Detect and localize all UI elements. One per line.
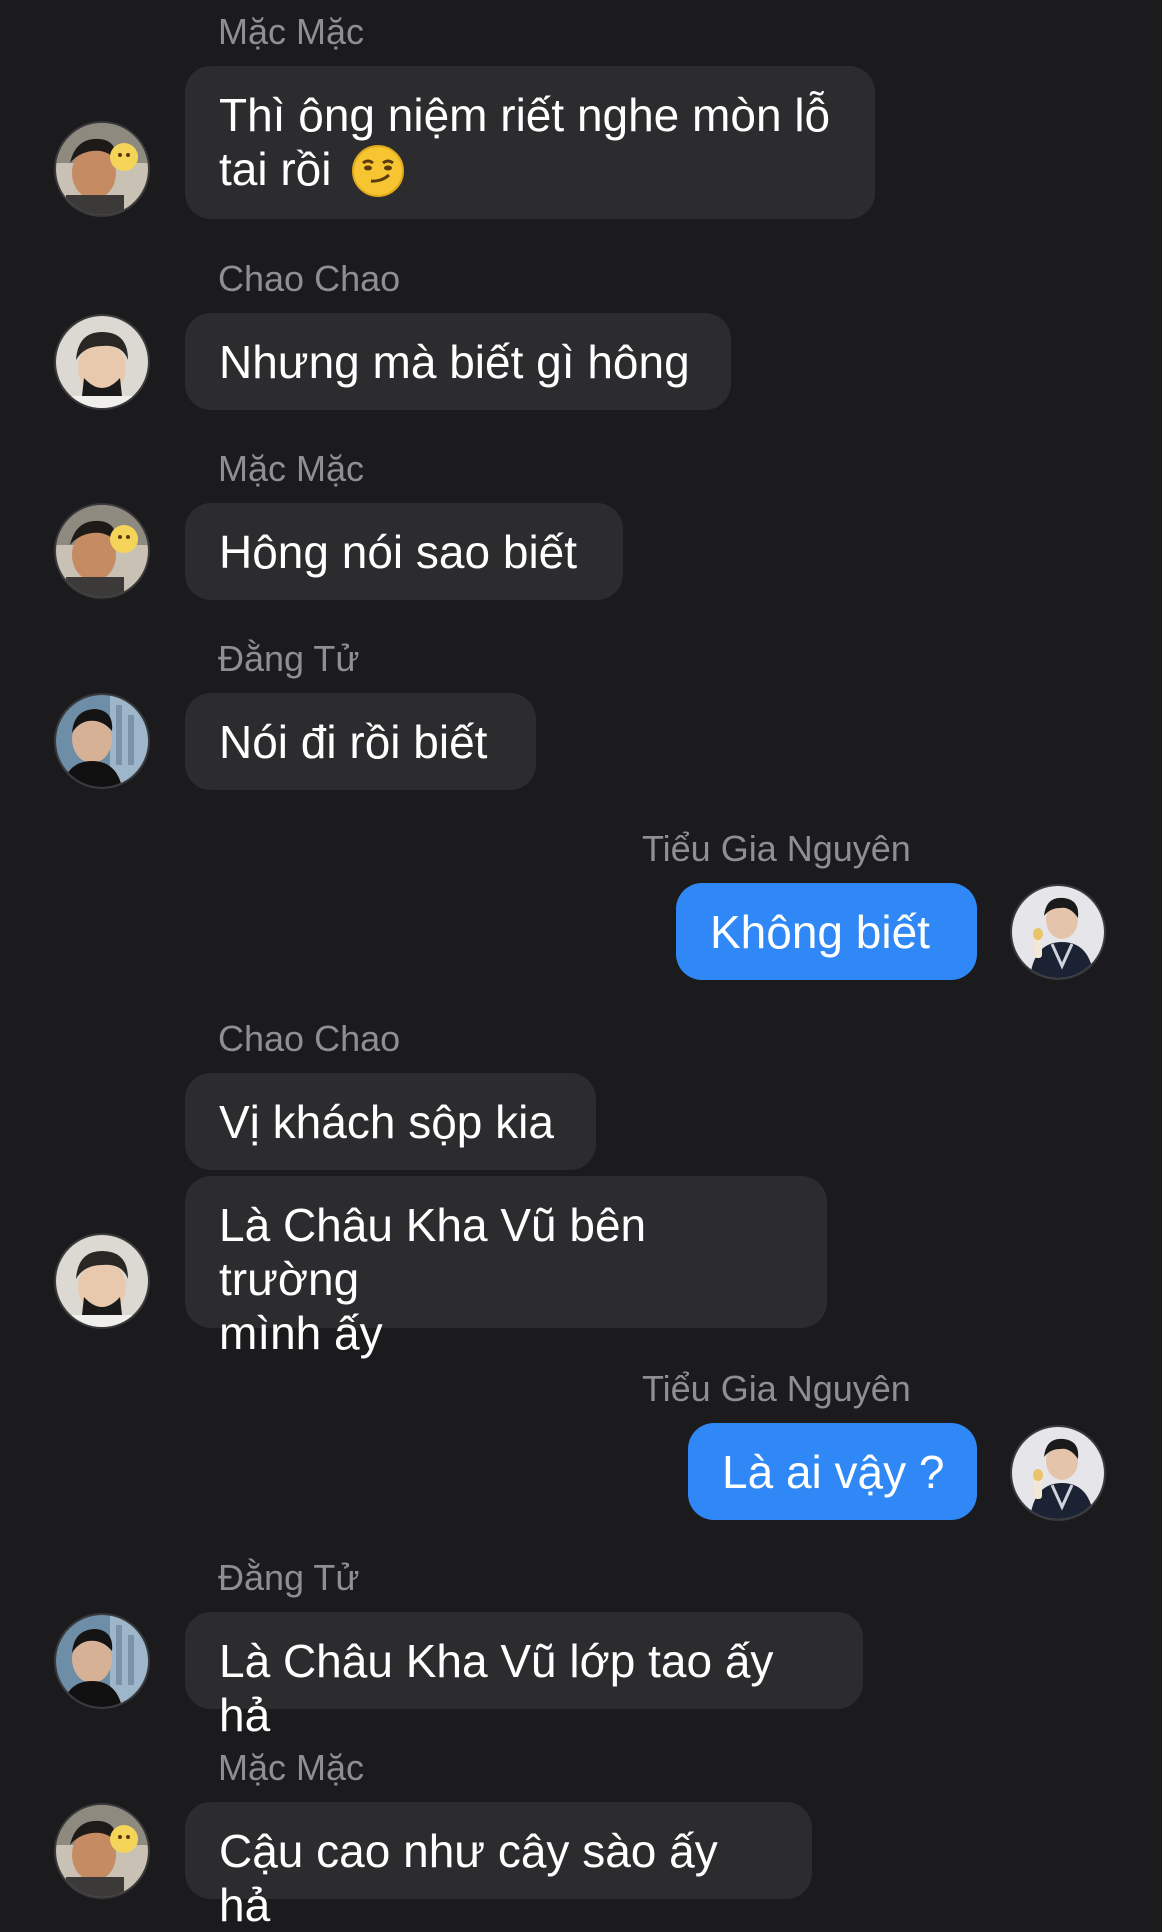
sender-name: Đằng Tử bbox=[218, 638, 360, 679]
message-text: Là Châu Kha Vũ lớp tao ấy hả bbox=[219, 1635, 774, 1741]
avatar-chao-chao[interactable] bbox=[54, 1233, 150, 1329]
sender-name: Chao Chao bbox=[218, 1018, 401, 1059]
message-bubble-incoming[interactable]: Là Châu Kha Vũ bên trường mình ấy bbox=[185, 1176, 827, 1359]
sender-name: Tiểu Gia Nguyên bbox=[642, 1368, 911, 1409]
message-text: Không biết bbox=[710, 906, 930, 958]
message-bubble-incoming[interactable]: Nói đi rồi biết bbox=[185, 693, 536, 790]
chat-thread: Mặc Mặc Thì ông niệm riết nghe mòn lỗ ta… bbox=[0, 0, 1162, 1931]
message-bubble-incoming[interactable]: Cậu cao như cây sào ấy hả bbox=[185, 1802, 812, 1931]
message-bubble-incoming[interactable]: Nhưng mà biết gì hông bbox=[185, 313, 731, 410]
message-bubble-incoming[interactable]: Thì ông niệm riết nghe mòn lỗ tai rồi bbox=[185, 66, 875, 219]
smirking-face-icon bbox=[351, 144, 405, 209]
sender-name: Tiểu Gia Nguyên bbox=[642, 828, 911, 869]
message-text: Nhưng mà biết gì hông bbox=[219, 336, 690, 388]
avatar-tieu-gia-nguyen[interactable] bbox=[1010, 1425, 1106, 1521]
sender-name: Mặc Mặc bbox=[218, 1747, 365, 1788]
sender-name: Đằng Tử bbox=[218, 1557, 360, 1598]
message-text: Vị khách sộp kia bbox=[219, 1096, 554, 1148]
sender-name: Mặc Mặc bbox=[218, 11, 365, 52]
message-text: Là Châu Kha Vũ bên trường mình ấy bbox=[219, 1199, 647, 1359]
message-text: Thì ông niệm riết nghe mòn lỗ tai rồi bbox=[219, 89, 831, 195]
message-bubble-incoming[interactable]: Vị khách sộp kia bbox=[185, 1073, 596, 1170]
message-text: Nói đi rồi biết bbox=[219, 716, 488, 768]
message-bubble-incoming[interactable]: Là Châu Kha Vũ lớp tao ấy hả bbox=[185, 1612, 863, 1741]
sender-name: Mặc Mặc bbox=[218, 448, 365, 489]
message-text: Cậu cao như cây sào ấy hả bbox=[219, 1825, 718, 1931]
avatar-dang-tu[interactable] bbox=[54, 1613, 150, 1709]
message-bubble-outgoing[interactable]: Không biết bbox=[676, 883, 977, 980]
message-bubble-incoming[interactable]: Hông nói sao biết bbox=[185, 503, 623, 600]
message-text: Là ai vậy ? bbox=[722, 1446, 945, 1498]
avatar-mac-mac[interactable] bbox=[54, 503, 150, 599]
message-bubble-outgoing[interactable]: Là ai vậy ? bbox=[688, 1423, 977, 1520]
avatar-tieu-gia-nguyen[interactable] bbox=[1010, 884, 1106, 980]
avatar-mac-mac[interactable] bbox=[54, 1803, 150, 1899]
avatar-chao-chao[interactable] bbox=[54, 314, 150, 410]
sender-name: Chao Chao bbox=[218, 258, 401, 299]
avatar-dang-tu[interactable] bbox=[54, 693, 150, 789]
avatar-mac-mac[interactable] bbox=[54, 121, 150, 217]
message-text: Hông nói sao biết bbox=[219, 526, 578, 578]
